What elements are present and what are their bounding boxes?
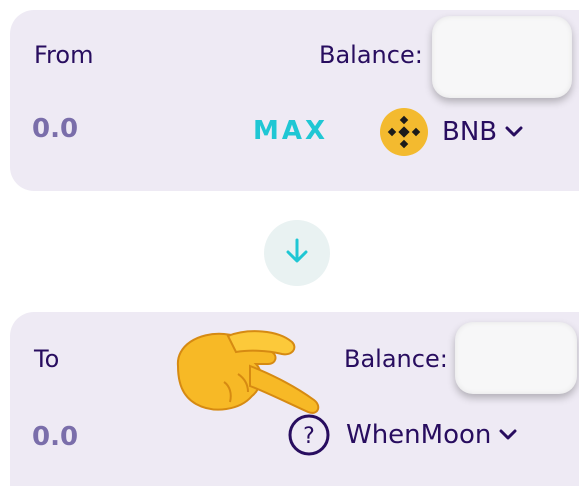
from-token-selector[interactable]: BNB <box>380 108 523 156</box>
to-label: To <box>34 345 60 373</box>
from-label: From <box>34 41 94 69</box>
from-token-symbol: BNB <box>442 117 498 147</box>
to-balance-value-redacted <box>455 322 577 394</box>
from-panel: From Balance: MAX BNB <box>10 10 579 191</box>
from-balance-label: Balance: <box>319 41 423 69</box>
chevron-down-icon <box>499 426 517 445</box>
to-balance-label: Balance: <box>344 345 448 373</box>
to-amount-input[interactable] <box>32 422 152 452</box>
bnb-logo-icon <box>380 108 428 156</box>
svg-text:?: ? <box>303 424 315 449</box>
to-token-symbol: WhenMoon <box>346 420 492 450</box>
from-amount-input[interactable] <box>32 114 152 144</box>
switch-tokens-button[interactable] <box>264 220 330 286</box>
pointing-hand-emoji <box>168 322 328 426</box>
arrow-down-icon <box>282 236 312 270</box>
chevron-down-icon <box>505 123 523 142</box>
from-balance-value-redacted <box>432 16 572 98</box>
max-button[interactable]: MAX <box>253 116 328 146</box>
